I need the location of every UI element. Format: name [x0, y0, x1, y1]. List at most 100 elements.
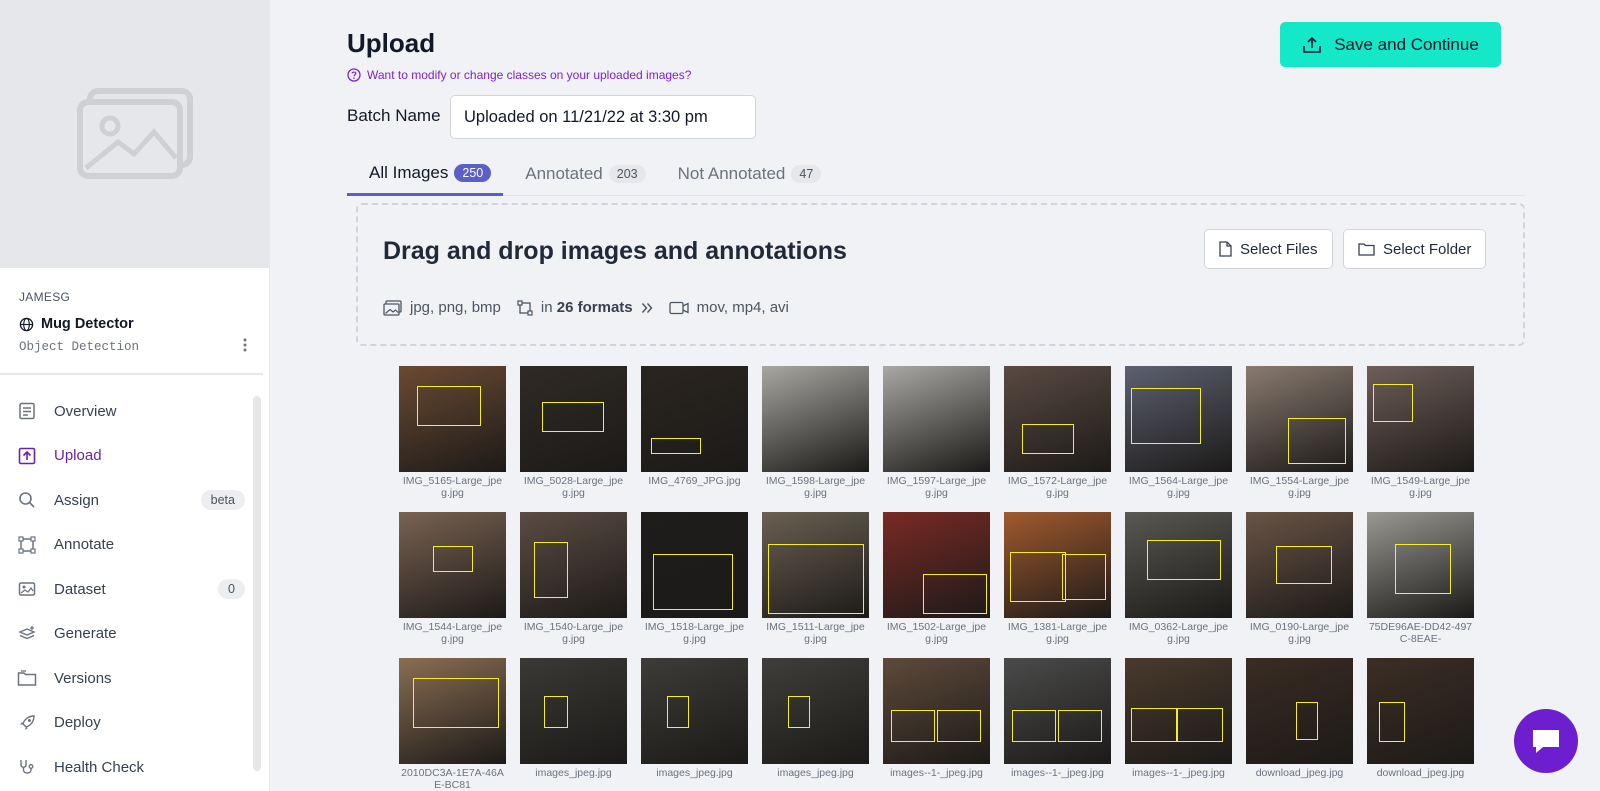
image-thumbnail[interactable] — [1125, 366, 1232, 472]
image-thumbnail[interactable] — [641, 366, 748, 472]
modify-classes-link[interactable]: Want to modify or change classes on your… — [347, 68, 691, 82]
image-filename: IMG_1381-Large_jpeg.jpg — [1007, 621, 1108, 645]
image-tile[interactable]: IMG_0362-Large_jpeg.jpg — [1125, 512, 1232, 658]
annotation-box — [542, 402, 604, 432]
image-thumbnail[interactable] — [1004, 366, 1111, 472]
image-thumbnail[interactable] — [520, 658, 627, 764]
image-filename: 2010DC3A-1E7A-46AE-BC81 — [401, 767, 504, 791]
image-thumbnail[interactable] — [1367, 512, 1474, 618]
select-folder-button[interactable]: Select Folder — [1343, 229, 1487, 269]
image-tile[interactable]: images--1-_jpeg.jpg — [1125, 658, 1232, 791]
annotation-box — [891, 710, 935, 742]
tab-annotated[interactable]: Annotated 203 — [503, 153, 655, 195]
sidebar-item-annotate[interactable]: Annotate — [0, 523, 269, 568]
sidebar-scrollbar[interactable] — [253, 396, 261, 771]
image-filename: IMG_1502-Large_jpeg.jpg — [886, 621, 987, 645]
select-files-button[interactable]: Select Files — [1204, 229, 1333, 269]
image-thumbnail[interactable] — [1246, 366, 1353, 472]
image-tile[interactable]: IMG_1564-Large_jpeg.jpg — [1125, 366, 1232, 512]
save-and-continue-button[interactable]: Save and Continue — [1280, 22, 1501, 67]
folder-icon — [1358, 243, 1375, 256]
file-icon — [1219, 241, 1232, 257]
stethoscope-icon — [17, 757, 37, 777]
annotation-formats-link[interactable]: 26 formats — [557, 299, 633, 316]
image-thumbnail[interactable] — [1125, 512, 1232, 618]
image-tile[interactable]: IMG_1572-Large_jpeg.jpg — [1004, 366, 1111, 512]
image-thumbnail[interactable] — [762, 366, 869, 472]
image-tile[interactable]: IMG_1540-Large_jpeg.jpg — [520, 512, 627, 658]
image-tile[interactable]: images_jpeg.jpg — [641, 658, 748, 791]
image-thumbnail[interactable] — [1004, 512, 1111, 618]
tab-count: 250 — [454, 164, 492, 182]
image-thumbnail[interactable] — [641, 512, 748, 618]
image-thumbnail[interactable] — [1125, 658, 1232, 764]
image-tile[interactable]: IMG_1518-Large_jpeg.jpg — [641, 512, 748, 658]
sidebar-item-deploy[interactable]: Deploy — [0, 701, 269, 746]
image-thumbnail[interactable] — [762, 658, 869, 764]
more-options-icon[interactable] — [243, 338, 247, 352]
sidebar-item-upload[interactable]: Upload — [0, 434, 269, 479]
image-tile[interactable]: images_jpeg.jpg — [520, 658, 627, 791]
project-thumbnail[interactable] — [0, 0, 270, 268]
project-name[interactable]: Mug Detector — [19, 316, 244, 332]
image-tile[interactable]: IMG_1549-Large_jpeg.jpg — [1367, 366, 1474, 512]
sidebar-item-label: Dataset — [54, 580, 106, 598]
image-tile[interactable]: images--1-_jpeg.jpg — [883, 658, 990, 791]
image-thumbnail[interactable] — [883, 366, 990, 472]
image-tile[interactable]: IMG_0190-Large_jpeg.jpg — [1246, 512, 1353, 658]
sidebar-item-versions[interactable]: Versions — [0, 656, 269, 701]
image-tile[interactable]: IMG_1544-Large_jpeg.jpg — [399, 512, 506, 658]
image-tile[interactable]: IMG_1502-Large_jpeg.jpg — [883, 512, 990, 658]
chat-widget-button[interactable] — [1514, 709, 1578, 773]
chevron-double-right-icon[interactable] — [641, 302, 653, 314]
tab-all-images[interactable]: All Images 250 — [347, 153, 504, 196]
image-tile[interactable]: download_jpeg.jpg — [1367, 658, 1474, 791]
image-thumbnail[interactable] — [641, 658, 748, 764]
image-thumbnail[interactable] — [520, 512, 627, 618]
image-filename: IMG_1549-Large_jpeg.jpg — [1370, 475, 1471, 499]
image-tile[interactable]: IMG_4769_JPG.jpg — [641, 366, 748, 512]
image-thumbnail[interactable] — [1367, 658, 1474, 764]
image-thumbnail[interactable] — [1004, 658, 1111, 764]
sidebar-item-dataset[interactable]: Dataset 0 — [0, 567, 269, 612]
versions-icon — [17, 668, 37, 688]
sidebar-item-generate[interactable]: Generate — [0, 612, 269, 657]
annotation-box — [667, 696, 689, 728]
sidebar-item-overview[interactable]: Overview — [0, 389, 269, 434]
annotate-icon — [17, 535, 37, 555]
image-thumbnail[interactable] — [399, 658, 506, 764]
annotation-box — [544, 696, 568, 728]
image-thumbnail[interactable] — [762, 512, 869, 618]
image-tile[interactable]: download_jpeg.jpg — [1246, 658, 1353, 791]
image-tile[interactable]: IMG_5165-Large_jpeg.jpg — [399, 366, 506, 512]
image-thumbnail[interactable] — [1246, 512, 1353, 618]
tab-not-annotated[interactable]: Not Annotated 47 — [656, 153, 832, 195]
image-tile[interactable]: IMG_5028-Large_jpeg.jpg — [520, 366, 627, 512]
image-thumbnail[interactable] — [399, 366, 506, 472]
batch-name-input[interactable] — [450, 95, 756, 139]
sidebar-item-assign[interactable]: Assign beta — [0, 478, 269, 523]
image-tile[interactable]: IMG_1598-Large_jpeg.jpg — [762, 366, 869, 512]
image-thumbnail[interactable] — [1246, 658, 1353, 764]
image-thumbnail[interactable] — [883, 658, 990, 764]
image-tile[interactable]: images--1-_jpeg.jpg — [1004, 658, 1111, 791]
sidebar-item-label: Health Check — [54, 758, 145, 776]
dropzone-title: Drag and drop images and annotations — [383, 237, 847, 265]
image-tile[interactable]: IMG_1511-Large_jpeg.jpg — [762, 512, 869, 658]
image-thumbnail[interactable] — [883, 512, 990, 618]
globe-icon — [19, 317, 34, 331]
sidebar-item-health-check[interactable]: Health Check — [0, 745, 269, 790]
image-thumbnail[interactable] — [399, 512, 506, 618]
image-tile[interactable]: IMG_1597-Large_jpeg.jpg — [883, 366, 990, 512]
image-tile[interactable]: 2010DC3A-1E7A-46AE-BC81 — [399, 658, 506, 791]
image-thumbnail[interactable] — [1367, 366, 1474, 472]
image-tile[interactable]: 75DE96AE-DD42-497C-8EAE- — [1367, 512, 1474, 658]
image-tile[interactable]: images_jpeg.jpg — [762, 658, 869, 791]
image-tile[interactable]: IMG_1381-Large_jpeg.jpg — [1004, 512, 1111, 658]
dataset-icon — [17, 579, 37, 599]
image-tile[interactable]: IMG_1554-Large_jpeg.jpg — [1246, 366, 1353, 512]
drop-zone[interactable]: Drag and drop images and annotations jpg… — [356, 203, 1525, 346]
annotation-prefix: in — [540, 299, 553, 316]
dataset-count-badge: 0 — [218, 579, 245, 600]
image-thumbnail[interactable] — [520, 366, 627, 472]
